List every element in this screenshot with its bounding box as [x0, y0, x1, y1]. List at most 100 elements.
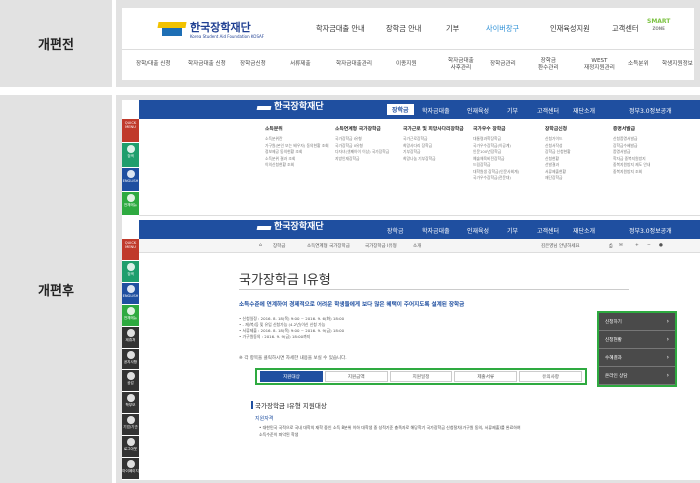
quick-menu-item[interactable]: 로그아웃	[122, 436, 139, 459]
topmenu-about-2[interactable]: 재단소개	[573, 226, 595, 235]
menu-icon	[126, 306, 135, 315]
topmenu-customer-2[interactable]: 고객센터	[537, 226, 559, 235]
menu-column-heading[interactable]: 국가근로 및 희망사다리장학금	[403, 127, 467, 133]
quick-sidebar-bottom: QUICK MENU 검색 ENGLISH 전체메뉴 제휴처 공지사항 공감학부모기업/기관…	[122, 239, 139, 480]
topmenu-about[interactable]: 재단소개	[573, 106, 595, 115]
topmenu-customer[interactable]: 고객센터	[537, 106, 559, 115]
quick-menu-label: 학부모	[125, 403, 136, 408]
after-frame: QUICK MENU 검색 ENGLISH 전체메뉴 한국장학재단 장학금 학자금대출…	[116, 95, 700, 483]
menu-column-heading[interactable]: 소득분위	[265, 127, 329, 133]
quick-menu-item[interactable]: 공감	[122, 370, 139, 393]
menu-link[interactable]: 지방인재장학금	[335, 156, 399, 163]
zoom-out-icon[interactable]: −	[647, 243, 651, 248]
before-submenu-item[interactable]: 장학금신청	[240, 61, 266, 68]
menu-column: 소득연계형 국가장학금 국가장학금 I유형 국가장학금 II유형 다자녀(셋째아이 이…	[335, 127, 399, 162]
quick-menu-item[interactable]: 기업/기관	[122, 414, 139, 437]
quick-menu-label: ENGLISH	[122, 178, 139, 183]
before-menu-talent[interactable]: 인재육성지원	[550, 24, 590, 34]
before-submenu-item[interactable]: 학자금대출 신청	[188, 61, 226, 68]
before-submenu-item[interactable]: 학자금대출 사후관리	[448, 58, 474, 72]
menu-link[interactable]: 희망나눔 기부장학금	[403, 156, 467, 163]
breadcrumb-item[interactable]: 국가장학금 I유형	[365, 243, 397, 249]
breadcrumb-item[interactable]: 장학금	[273, 243, 285, 249]
settings-icon[interactable]: ●	[659, 243, 663, 248]
menu-link[interactable]: 이의신청현황 조회	[265, 162, 329, 169]
side-action-button[interactable]: 수혜결과 ›	[599, 349, 675, 367]
menu-column-heading[interactable]: 국가우수 장학금	[473, 127, 537, 133]
before-submenu-item[interactable]: 학생지원정보	[662, 61, 693, 68]
before-submenu-item[interactable]: 장학금관리	[490, 61, 516, 68]
side-action-button[interactable]: 온라인 상담 ›	[599, 367, 675, 385]
breadcrumb-item[interactable]: 소개	[413, 243, 421, 249]
smart-zone-logo[interactable]: SMART ZONE	[647, 18, 670, 32]
menu-column-heading[interactable]: 소득연계형 국가장학금	[335, 127, 399, 133]
print-icon[interactable]: ⎙	[609, 243, 613, 249]
quick-menu-label: ENGLISH	[122, 293, 139, 298]
quick-menu-item[interactable]: 마이페이지	[122, 458, 139, 480]
before-menu-cyber[interactable]: 사이버창구	[486, 24, 519, 34]
quick-menu-item[interactable]: 학부모	[122, 392, 139, 415]
before-submenu-item[interactable]: 이종지원	[396, 61, 417, 68]
before-submenu-item[interactable]: 소득분위	[628, 61, 649, 68]
menu-icon	[126, 416, 135, 425]
graduation-cap-icon	[157, 22, 187, 38]
click-note: ※ 각 항목을 클릭하시면 자세한 내용을 보실 수 있습니다.	[239, 356, 347, 361]
before-submenu-item[interactable]: WEST 재정지원관리	[584, 58, 615, 72]
menu-link[interactable]: 중복지원방지 조회	[613, 169, 677, 176]
menu-icon	[126, 394, 135, 403]
before-submenu-item[interactable]: 장학금 환수관리	[538, 58, 559, 72]
tab-item[interactable]: 지원금액	[324, 371, 388, 382]
tab-item[interactable]: 유의사항	[519, 371, 582, 382]
menu-icon	[126, 372, 135, 381]
after-logo-2[interactable]: 한국장학재단	[256, 223, 324, 232]
zoom-in-icon[interactable]: +	[635, 243, 639, 248]
tab-item[interactable]: 지원대상	[260, 371, 323, 382]
menu-column-heading[interactable]: 장학금신청	[545, 127, 609, 133]
breadcrumb: ⌂ 장학금 소득연계형 국가장학금 국가장학금 I유형 소개 김은영님 안녕하세…	[139, 239, 700, 253]
tab-item[interactable]: 지원일정	[389, 371, 453, 382]
quick-menu-item[interactable]: QUICK MENU	[122, 239, 139, 261]
before-submenu-item[interactable]: 서류제출	[290, 61, 311, 68]
topmenu-gov30[interactable]: 정부3.0정보공개	[629, 106, 672, 115]
schedule-line: • 가구원동의 : 2016. 9. 9(금) 18:00까지	[239, 334, 311, 339]
topmenu-scholarship-2[interactable]: 장학금	[387, 226, 404, 235]
quick-menu-item[interactable]: 공지사항	[122, 348, 139, 371]
menu-link[interactable]: 재단장학금	[545, 175, 609, 182]
share-icon[interactable]: ✉	[619, 243, 623, 248]
breadcrumb-item[interactable]: 소득연계형 국가장학금	[307, 243, 350, 249]
quick-menu-item[interactable]: 전체메뉴	[122, 191, 139, 216]
quick-menu-item[interactable]: QUICK MENU	[122, 119, 139, 144]
quick-menu-item[interactable]: ENGLISH	[122, 282, 139, 305]
home-icon[interactable]: ⌂	[259, 243, 262, 248]
topmenu-gov30-2[interactable]: 정부3.0정보공개	[629, 226, 672, 235]
topmenu-loan[interactable]: 학자금대출	[422, 106, 450, 115]
before-menu-customer[interactable]: 고객센터	[612, 24, 638, 34]
side-action-button[interactable]: 신청현황 ›	[599, 331, 675, 349]
side-action-button[interactable]: 신청하기 ›	[599, 313, 675, 331]
before-submenu-item[interactable]: 장학/대출 신청	[136, 61, 171, 68]
topmenu-talent[interactable]: 인재육성	[467, 106, 489, 115]
before-menu-scholarship[interactable]: 장학금 안내	[386, 24, 421, 34]
quick-menu-item[interactable]: 제휴처	[122, 326, 139, 349]
before-logo[interactable]: 한국장학재단 Korea Student Aid Foundation KOSA…	[157, 20, 292, 40]
menu-column-heading[interactable]: 증명서발급	[613, 127, 677, 133]
tab-item[interactable]: 제출서류	[454, 371, 518, 382]
topmenu-scholarship[interactable]: 장학금	[387, 104, 414, 115]
after-logo-1[interactable]: 한국장학재단	[256, 103, 324, 112]
quick-menu-label: 기업/기관	[123, 425, 138, 430]
quick-menu-item[interactable]: 검색	[122, 260, 139, 283]
quick-menu-item[interactable]: 검색	[122, 143, 139, 168]
smart-text: SMART	[647, 18, 671, 25]
before-menu-donate[interactable]: 기부	[446, 24, 459, 34]
after-topbar-2: 한국장학재단 장학금 학자금대출 인재육성 기부 고객센터 재단소개 정부3.0…	[139, 220, 700, 239]
quick-menu-item[interactable]: 전체메뉴	[122, 304, 139, 327]
before-submenu-item[interactable]: 학자금대출관리	[336, 61, 372, 68]
quick-menu-item[interactable]: ENGLISH	[122, 167, 139, 192]
topmenu-loan-2[interactable]: 학자금대출	[422, 226, 450, 235]
topmenu-donate[interactable]: 기부	[507, 106, 518, 115]
menu-link[interactable]: 국가우수장학금(전문대)	[473, 175, 537, 182]
topmenu-donate-2[interactable]: 기부	[507, 226, 518, 235]
menu-column: 국가우수 장학금 대통령과학장학금 국가우수장학금(이공계) 인문100년장학금 예술체…	[473, 127, 537, 182]
topmenu-talent-2[interactable]: 인재육성	[467, 226, 489, 235]
before-menu-loan[interactable]: 학자금대출 안내	[316, 24, 365, 34]
